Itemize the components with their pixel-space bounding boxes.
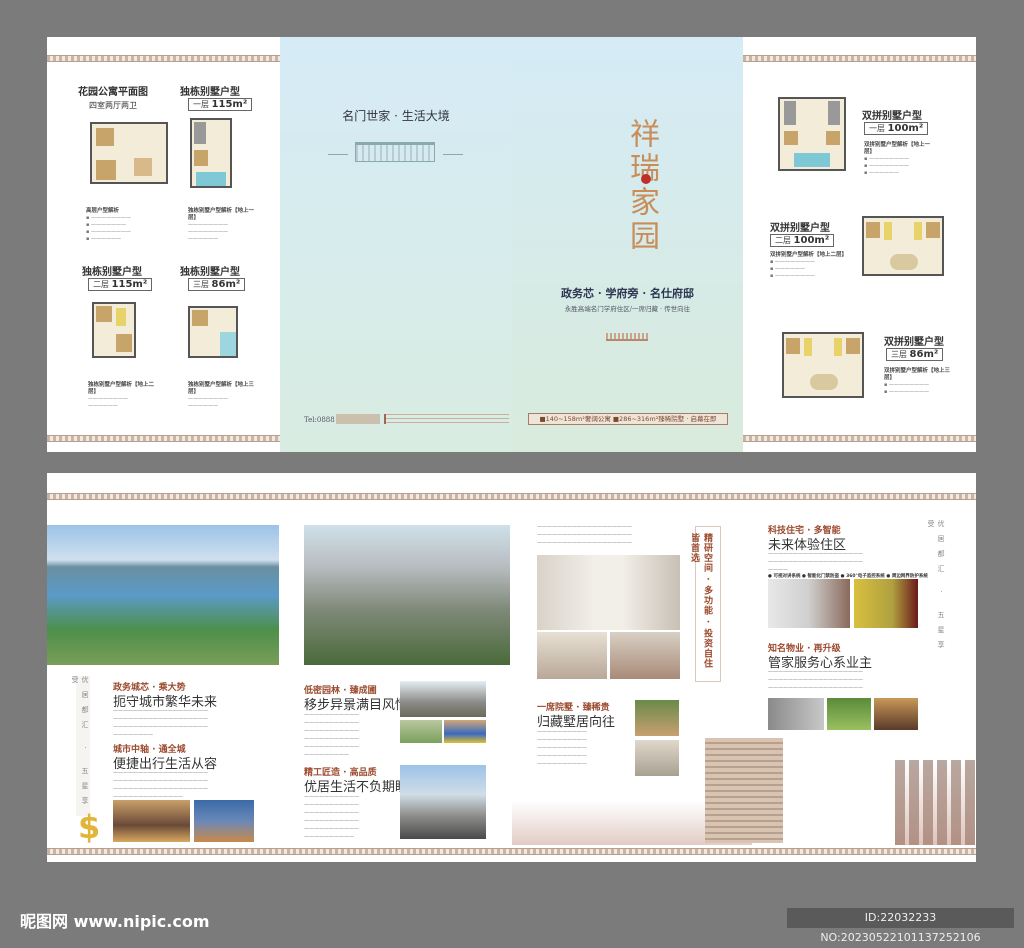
floor-plan (90, 122, 168, 184)
floor-plan (92, 302, 136, 358)
plan-area-box: 三层 86m² (188, 278, 246, 291)
track-photo (444, 720, 486, 743)
ornament (606, 333, 648, 341)
logo-calligraphy: 祥瑞家园 (624, 118, 659, 254)
plan-desc: 独栋别墅户型解析【地上二层】 ———————— —————— (88, 382, 158, 410)
plan-area-box: 一层 115m² (188, 98, 253, 111)
plan-floor: 三层 (193, 280, 209, 289)
plan-floor: 三层 (891, 350, 907, 359)
section-body: ————————————————————————————————————————… (113, 708, 208, 738)
plan-floor: 一层 (193, 100, 209, 109)
plan-area: 100m² (887, 123, 924, 134)
side-vertical-text: 优居都汇 · 五星享受 (71, 676, 90, 816)
mall-photo (113, 800, 190, 842)
bedroom-photo (610, 632, 680, 679)
front-subline: 永胜高端名门学府住区/一席归藏 · 传世向往 (564, 305, 691, 313)
smart-panel-photo (768, 579, 850, 628)
decor-border (47, 435, 280, 442)
floor-plan (862, 216, 944, 276)
plan-desc-title: 独栋别墅户型解析【地上二层】 (88, 382, 155, 395)
plan-floor: 二层 (93, 280, 109, 289)
plan-desc-title: 双拼别墅户型解析【地上二层】 (770, 252, 848, 258)
plan-desc-title: 独栋别墅户型解析【地上三层】 (188, 382, 255, 395)
section-body: ————————————————————————————————————————… (113, 770, 208, 800)
plan-floor: 一层 (869, 124, 885, 133)
floor-plan (190, 118, 232, 188)
plan-area-box: 三层 86m² (886, 348, 944, 361)
back-cover-panel (280, 37, 512, 452)
floor-plan (188, 306, 238, 358)
garden-photo (400, 720, 442, 743)
red-seal (641, 174, 651, 184)
decor-border (743, 435, 976, 442)
villa-street-photo (400, 681, 486, 717)
nipic-logo: 昵图网 www.nipic.com (20, 912, 210, 931)
plan-desc: 双拼别墅户型解析【地上三层】 ▪ ———————— ▪ ———————— (884, 368, 954, 396)
smart-lock-photo (854, 579, 918, 628)
decor-border (47, 55, 280, 62)
plan-desc-title: 高层户型解析 (86, 208, 120, 214)
aerial-render-photo (304, 525, 510, 665)
floor-plan (782, 332, 864, 398)
side-vertical-text: 优居都汇 · 五星享受 (927, 520, 945, 656)
plan-area-box: 一层 100m² (864, 122, 929, 135)
valet-photo (768, 698, 824, 730)
divider (443, 154, 463, 155)
plan-title-text: 花园公寓平面图 (78, 87, 148, 98)
section-body: ————————————————————————————————————————… (537, 524, 632, 546)
gardener-photo (827, 698, 871, 730)
plan-area: 115m² (211, 99, 248, 110)
decor-border (47, 848, 976, 855)
plan-desc: 高层户型解析 ▪ ———————— ▪ ——————— ▪ ———————— ▪ ———… (86, 208, 156, 243)
plan-area: 115m² (111, 279, 148, 290)
tel-number: Tel:0888 (304, 416, 335, 424)
city-night-photo (194, 800, 254, 842)
address-text (384, 414, 509, 424)
address-box (336, 414, 380, 424)
plan-subtitle: 四室两厅两卫 (89, 101, 137, 110)
living-room-photo (537, 632, 607, 679)
section-body: ————————————————————————————————————————… (304, 794, 359, 840)
plan-desc: 双拼别墅户型解析【地上一层】 ▪ ———————— ▪ ———————— ▪ ————… (864, 142, 934, 177)
city-lake-photo (47, 525, 279, 665)
decor-border (47, 493, 976, 500)
plan-area: 100m² (793, 235, 830, 246)
lobby-photo (537, 555, 680, 630)
plan-floor: 二层 (775, 236, 791, 245)
high-rise-building (705, 738, 783, 843)
plan-desc: 双拼别墅户型解析【地上二层】 ▪ ———————— ▪ —————— ▪ ——————… (770, 252, 848, 279)
image-id: ID:22032233 NO:20230522101137252106 (787, 908, 1014, 944)
plan-area-box: 二层 100m² (770, 234, 835, 247)
front-banner: ■140~158m²奢阔公寓 ■286~316m²臻稀院墅 · 启幕在即 (528, 413, 728, 425)
section-body: ————————————————————————————————————————… (768, 669, 863, 691)
plan-area: 86m² (909, 349, 939, 360)
decor-border (743, 55, 976, 62)
plan-desc: 独栋别墅户型解析【地上三层】 ———————— —————— (188, 382, 258, 410)
plan-title: 花园公寓平面图 四室两厅两卫 (78, 86, 148, 112)
section-body: ————————————————————————————————————————… (768, 551, 863, 573)
plan-desc-title: 独栋别墅户型解析【地上一层】 (188, 208, 255, 221)
floor-plan (778, 97, 846, 171)
tower-render-photo (400, 765, 486, 839)
front-headline: 政务芯 · 学府旁 · 名仕府邸 (561, 287, 694, 300)
concierge-photo (874, 698, 918, 730)
plan-area-box: 二层 115m² (88, 278, 153, 291)
dollar-icon: $ (78, 808, 101, 846)
plan-area: 86m² (211, 279, 241, 290)
plan-desc-title: 双拼别墅户型解析【地上三层】 (884, 368, 951, 381)
divider (328, 154, 348, 155)
section-body: ————————————————————————————————————————… (304, 712, 359, 758)
city-skyline (895, 760, 975, 845)
back-cover-slogan: 名门世家 · 生活大境 (342, 109, 450, 123)
plan-desc: 独栋别墅户型解析【地上一层】 ———————— ———————— —————— (188, 208, 258, 243)
vertical-banner: 精研空间 · 多功能 · 投资自住皆首选 (689, 526, 721, 682)
plan-desc-title: 双拼别墅户型解析【地上一层】 (864, 142, 931, 155)
courtyard-photo (635, 700, 679, 736)
building-illustration (355, 142, 435, 162)
